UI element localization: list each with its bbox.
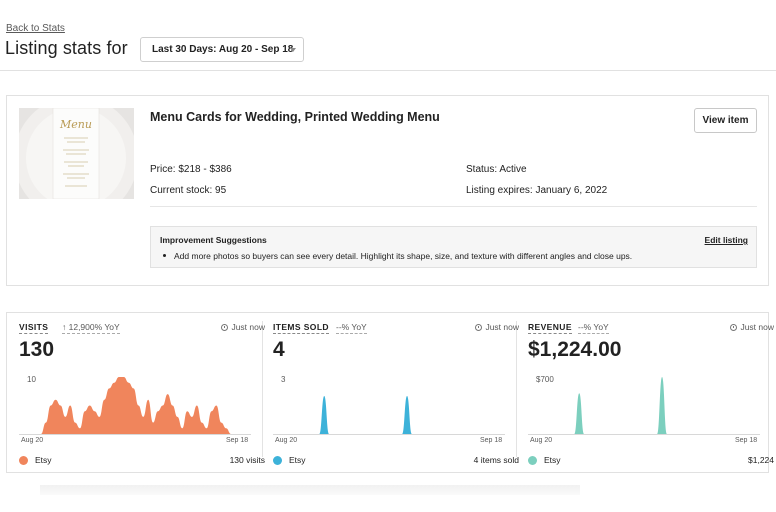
- revenue-chart: [528, 377, 760, 435]
- items-sold-total: 4 items sold: [473, 455, 519, 465]
- listing-stock: Current stock: 95: [150, 185, 227, 196]
- items-sold-x-start: Aug 20: [275, 437, 298, 444]
- revenue-yoy[interactable]: --% YoY: [578, 322, 609, 334]
- area-series-etsy: [41, 377, 231, 434]
- menu-card-image: Menu: [19, 108, 134, 199]
- area-series-etsy: [550, 377, 740, 434]
- items-sold-chart: [273, 396, 505, 435]
- visits-panel: VISITS ↑ 12,900% YoY Just now 130 10 Aug…: [19, 313, 271, 474]
- revenue-total: $1,224: [748, 455, 774, 465]
- listing-thumbnail[interactable]: Menu: [19, 108, 134, 199]
- visits-label[interactable]: VISITS: [19, 322, 49, 334]
- revenue-x-start: Aug 20: [530, 437, 553, 444]
- area-series-etsy: [295, 396, 485, 434]
- visits-yoy[interactable]: ↑ 12,900% YoY: [62, 322, 120, 334]
- page-shadow: [40, 485, 580, 495]
- visits-x-end: Sep 18: [226, 437, 249, 444]
- visits-y-max: 10: [27, 375, 36, 384]
- items-sold-legend: Etsy: [273, 455, 306, 465]
- legend-swatch: [528, 455, 537, 465]
- items-sold-value: 4: [273, 338, 285, 361]
- view-item-button[interactable]: View item: [694, 108, 757, 133]
- items-sold-yoy[interactable]: --% YoY: [336, 322, 367, 334]
- listing-price: Price: $218 - $386: [150, 164, 232, 175]
- listing-status: Status: Active: [466, 164, 527, 175]
- clock-icon: [730, 324, 738, 331]
- revenue-x-end: Sep 18: [735, 437, 758, 444]
- items-sold-x-end: Sep 18: [480, 437, 503, 444]
- clock-icon: [475, 324, 483, 331]
- visits-total: 130 visits: [229, 455, 265, 465]
- suggestion-item: Add more photos so buyers can see every …: [160, 251, 632, 261]
- revenue-label[interactable]: REVENUE: [528, 322, 572, 334]
- suggestions-title: Improvement Suggestions: [160, 235, 267, 245]
- visits-x-start: Aug 20: [21, 437, 44, 444]
- chevron-down-icon: [290, 48, 296, 52]
- legend-swatch: [273, 455, 282, 465]
- visits-value: 130: [19, 338, 55, 361]
- svg-text:Menu: Menu: [59, 118, 92, 131]
- visits-updated: Just now: [221, 322, 265, 332]
- items-sold-y-max: 3: [281, 375, 286, 384]
- date-range-value: Last 30 Days: Aug 20 - Sep 18: [152, 44, 294, 55]
- bullet-icon: [163, 254, 166, 258]
- items-sold-label[interactable]: ITEMS SOLD: [273, 322, 329, 334]
- edit-listing-link[interactable]: Edit listing: [705, 235, 748, 245]
- revenue-panel: REVENUE --% YoY Just now $1,224.00 $700 …: [528, 313, 776, 474]
- visits-legend: Etsy: [19, 455, 52, 465]
- listing-expires: Listing expires: January 6, 2022: [466, 185, 608, 196]
- improvement-suggestions: Improvement Suggestions Edit listing Add…: [150, 226, 757, 268]
- visits-chart: [19, 377, 251, 435]
- revenue-value: $1,224.00: [528, 338, 622, 361]
- revenue-y-max: $700: [536, 375, 554, 384]
- listing-title: Menu Cards for Wedding, Printed Wedding …: [150, 110, 440, 124]
- items-sold-updated: Just now: [475, 322, 519, 332]
- revenue-legend: Etsy: [528, 455, 561, 465]
- items-sold-panel: ITEMS SOLD --% YoY Just now 4 3 Aug 20 S…: [273, 313, 525, 474]
- legend-swatch: [19, 455, 28, 465]
- listing-card: Menu Menu Cards for Wedding, Printed Wed…: [6, 95, 769, 286]
- listing-divider: [150, 206, 757, 207]
- stats-card: VISITS ↑ 12,900% YoY Just now 130 10 Aug…: [6, 312, 774, 474]
- page-title: Listing stats for: [5, 38, 128, 58]
- back-to-stats-link[interactable]: Back to Stats: [6, 23, 65, 34]
- header-divider: [0, 70, 776, 71]
- revenue-updated: Just now: [730, 322, 774, 332]
- date-range-select[interactable]: Last 30 Days: Aug 20 - Sep 18: [140, 37, 304, 62]
- clock-icon: [221, 324, 229, 331]
